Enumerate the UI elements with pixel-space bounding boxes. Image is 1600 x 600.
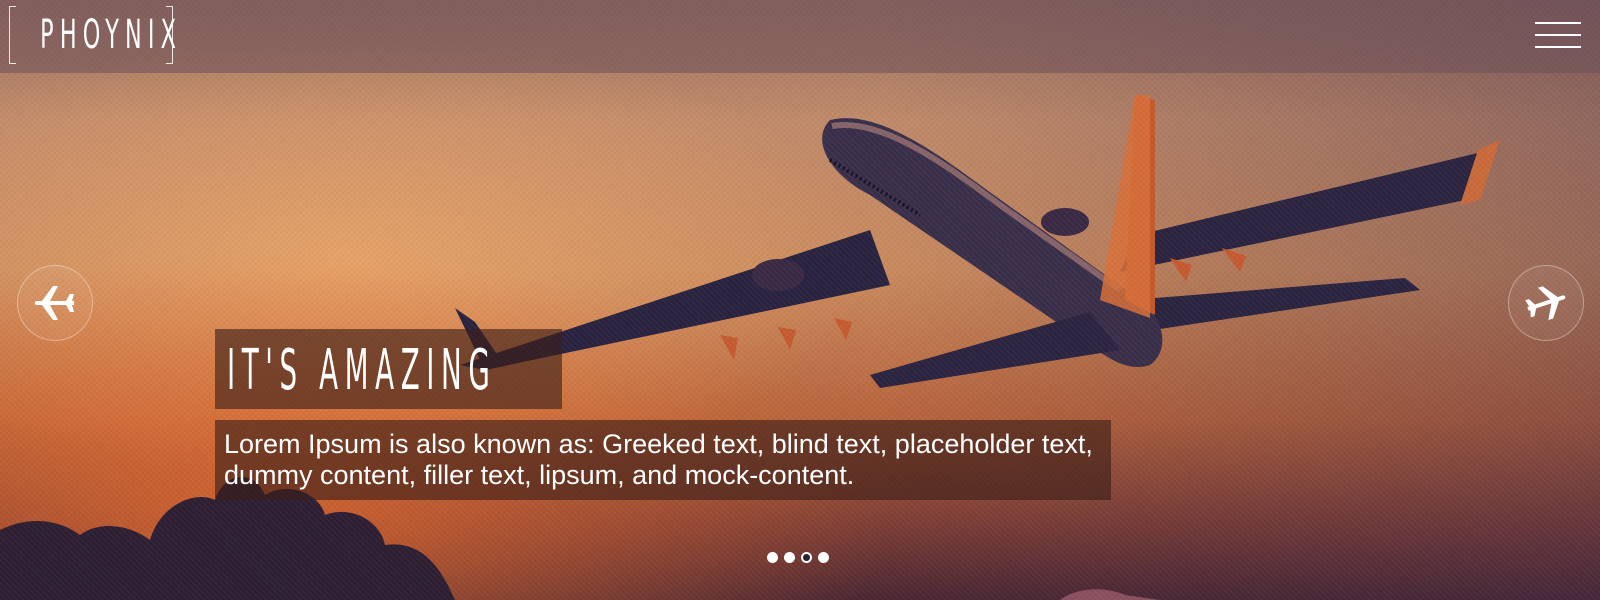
pagination-dot[interactable] (818, 552, 829, 563)
pagination-dot[interactable] (801, 552, 812, 563)
airplane-right-icon (1525, 286, 1566, 321)
texture-overlay (0, 0, 1600, 600)
airplane-left-icon (34, 286, 74, 320)
pagination-dot[interactable] (784, 552, 795, 563)
slide-description: Lorem Ipsum is also known as: Greeked te… (215, 420, 1111, 500)
pagination-dot[interactable] (767, 552, 778, 563)
next-slide-button[interactable] (1508, 265, 1584, 341)
slide-pagination (767, 552, 829, 563)
brand-logo[interactable]: PHOYNIX (9, 6, 183, 64)
hero-slider: PHOYNIX IT'S AMAZING Lorem Ipsum is also… (0, 0, 1600, 600)
logo-bracket-left (9, 6, 16, 64)
previous-slide-button[interactable] (17, 265, 93, 341)
logo-text: PHOYNIX (40, 12, 183, 58)
slide-title-box: IT'S AMAZING (215, 329, 562, 409)
slide-title: IT'S AMAZING (227, 338, 497, 403)
top-navigation-bar: PHOYNIX (0, 0, 1600, 73)
hamburger-menu-icon[interactable] (1535, 22, 1581, 48)
